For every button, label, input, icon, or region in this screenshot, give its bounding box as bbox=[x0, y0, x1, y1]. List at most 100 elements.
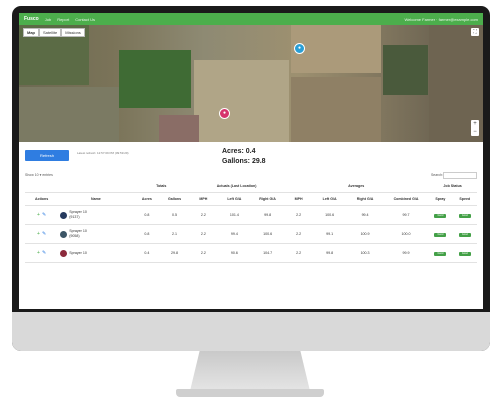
sprayer-marker-icon[interactable]: ● bbox=[219, 108, 230, 119]
edit-icon[interactable]: ✎ bbox=[42, 250, 46, 256]
cell-avg-mph: 2.2 bbox=[284, 243, 313, 263]
map-type-satellite[interactable]: Satellite bbox=[39, 28, 62, 37]
cell-gallons: 0.5 bbox=[160, 205, 189, 225]
group-actuals: Actuals (Last Location) bbox=[188, 180, 285, 193]
col-avg-right-ga[interactable]: Right G/A bbox=[346, 192, 384, 206]
status-badge: Good bbox=[434, 251, 447, 256]
satellite-map[interactable]: Map Satellite Missions ⛶ + − ● ● bbox=[19, 25, 483, 142]
sprayer-id: (9058) bbox=[69, 234, 80, 238]
user-menu[interactable]: Welcome Farmer · farmer@example.com bbox=[404, 17, 478, 22]
cell-right-ga: 104.7 bbox=[250, 243, 285, 263]
row-actions: + ✎ bbox=[25, 205, 59, 225]
cell-left-ga: 99.4 bbox=[217, 224, 251, 244]
table-row[interactable]: + ✎ Sprayer 10 0.4 29.8 2.2 90.6 104.7 2.… bbox=[25, 243, 477, 263]
col-name[interactable]: Name bbox=[58, 192, 134, 206]
last-refresh-text: Latest refresh: 12:57:09 PM (09:59:29) bbox=[77, 151, 129, 155]
zoom-in-button[interactable]: + bbox=[471, 120, 479, 128]
expand-icon[interactable]: + bbox=[37, 231, 40, 237]
cell-right-ga: 100.6 bbox=[250, 224, 285, 244]
col-right-ga[interactable]: Right G/A bbox=[250, 192, 285, 206]
edit-icon[interactable]: ✎ bbox=[42, 212, 46, 218]
refresh-button[interactable]: Refresh bbox=[25, 150, 69, 161]
sprayer-cell: Sprayer 10 (9058) bbox=[58, 224, 134, 244]
map-type-map[interactable]: Map bbox=[23, 28, 39, 37]
cell-mph: 2.2 bbox=[188, 243, 218, 263]
col-avg-left-ga[interactable]: Left G/A bbox=[313, 192, 347, 206]
cell-combined-ga: 99.7 bbox=[383, 205, 429, 225]
sprayer-cell: Sprayer 10 (9137) bbox=[58, 205, 134, 225]
sprayer-name: Sprayer 10 bbox=[69, 250, 87, 255]
cell-combined-ga: 99.9 bbox=[383, 243, 429, 263]
table-controls: Show 10 ▾ entries Search: bbox=[19, 170, 483, 180]
cell-right-ga: 99.8 bbox=[250, 205, 285, 225]
row-actions: + ✎ bbox=[25, 243, 59, 263]
fullscreen-icon[interactable]: ⛶ bbox=[471, 28, 479, 36]
expand-icon[interactable]: + bbox=[37, 250, 40, 256]
cell-combined-ga: 100.0 bbox=[383, 224, 429, 244]
sprayer-avatar-icon bbox=[60, 230, 68, 238]
group-totals: Totals bbox=[133, 180, 189, 193]
sprayer-name: Sprayer 10 bbox=[69, 229, 87, 233]
sprayer-cell: Sprayer 10 bbox=[58, 243, 134, 263]
cell-avg-left-ga: 99.8 bbox=[313, 243, 347, 263]
col-mph[interactable]: MPH bbox=[188, 192, 218, 206]
cell-acres: 0.8 bbox=[133, 224, 161, 244]
cell-avg-left-ga: 99.1 bbox=[313, 224, 347, 244]
col-actions[interactable]: Actions bbox=[25, 192, 59, 206]
imac-monitor: Fusco Job Report Contact Us Welcome Farm… bbox=[12, 6, 490, 351]
page-length-select[interactable]: Show 10 ▾ entries bbox=[25, 173, 53, 177]
sprayer-marker-icon[interactable]: ● bbox=[294, 43, 305, 54]
screen: Fusco Job Report Contact Us Welcome Farm… bbox=[19, 13, 483, 309]
nav-link-job[interactable]: Job bbox=[45, 17, 51, 22]
cell-avg-mph: 2.2 bbox=[284, 224, 313, 244]
map-type-toggle: Map Satellite Missions bbox=[23, 28, 85, 37]
monitor-foot bbox=[176, 389, 324, 397]
cell-left-ga: 101.4 bbox=[217, 205, 251, 225]
search-label: Search: bbox=[430, 173, 443, 177]
cell-left-ga: 90.6 bbox=[217, 243, 251, 263]
status-badge: Good bbox=[458, 213, 471, 218]
table-row[interactable]: + ✎ Sprayer 10 (9137) 0.8 0.5 2.2 101.4 99… bbox=[25, 205, 477, 225]
cell-spray-status: Good bbox=[428, 224, 453, 244]
cell-avg-left-ga: 100.6 bbox=[313, 205, 347, 225]
search-input[interactable] bbox=[443, 172, 477, 179]
brand-logo[interactable]: Fusco bbox=[24, 16, 39, 22]
cell-gallons: 29.8 bbox=[160, 243, 189, 263]
col-spray[interactable]: Spray bbox=[428, 192, 453, 206]
cell-avg-right-ga: 100.9 bbox=[346, 224, 384, 244]
table-row[interactable]: + ✎ Sprayer 10 (9058) 0.8 2.1 2.2 99.4 100… bbox=[25, 224, 477, 244]
cell-mph: 2.2 bbox=[188, 205, 218, 225]
sprayer-table: Totals Actuals (Last Location) Averages … bbox=[25, 180, 477, 263]
nav-link-report[interactable]: Report bbox=[57, 17, 69, 22]
col-left-ga[interactable]: Left G/A bbox=[217, 192, 251, 206]
summary-bar: Refresh Latest refresh: 12:57:09 PM (09:… bbox=[19, 142, 483, 170]
status-badge: Good bbox=[434, 232, 447, 237]
edit-icon[interactable]: ✎ bbox=[42, 231, 46, 237]
nav-link-contact[interactable]: Contact Us bbox=[75, 17, 95, 22]
status-badge: Good bbox=[458, 251, 471, 256]
cell-avg-mph: 2.2 bbox=[284, 205, 313, 225]
cell-gallons: 2.1 bbox=[160, 224, 189, 244]
expand-icon[interactable]: + bbox=[37, 212, 40, 218]
col-speed[interactable]: Speed bbox=[452, 192, 477, 206]
cell-spray-status: Good bbox=[428, 205, 453, 225]
map-type-missions[interactable]: Missions bbox=[61, 28, 85, 37]
col-combined-ga[interactable]: Combined G/A bbox=[383, 192, 429, 206]
cell-spray-status: Good bbox=[428, 243, 453, 263]
cell-speed-status: Good bbox=[452, 224, 477, 244]
cell-avg-right-ga: 100.3 bbox=[346, 243, 384, 263]
row-actions: + ✎ bbox=[25, 224, 59, 244]
sprayer-name: Sprayer 10 bbox=[69, 210, 87, 214]
sprayer-avatar-icon bbox=[60, 249, 68, 257]
sprayer-id: (9137) bbox=[69, 215, 80, 219]
group-averages: Averages bbox=[284, 180, 429, 193]
sprayer-avatar-icon bbox=[60, 211, 68, 219]
cell-acres: 0.8 bbox=[133, 205, 161, 225]
col-acres[interactable]: Acres bbox=[133, 192, 161, 206]
col-avg-mph[interactable]: MPH bbox=[284, 192, 313, 206]
group-job-status: Job Status bbox=[428, 180, 477, 193]
status-badge: Good bbox=[434, 213, 447, 218]
cell-speed-status: Good bbox=[452, 205, 477, 225]
zoom-out-button[interactable]: − bbox=[471, 128, 479, 136]
col-gallons[interactable]: Gallons bbox=[160, 192, 189, 206]
